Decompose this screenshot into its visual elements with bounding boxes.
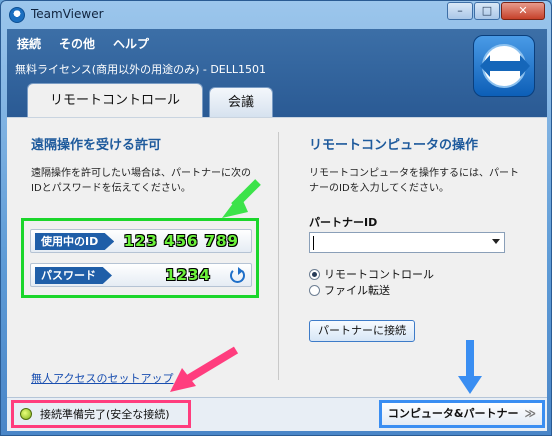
close-button[interactable]: ✕ <box>501 2 545 20</box>
main-content: 遠隔操作を受ける許可 遠隔操作を許可したい場合は、パートナーに次のIDとパスワー… <box>7 117 547 397</box>
password-row: パスワード 1234 <box>30 263 252 287</box>
double-chevron-icon: ≫ <box>524 407 536 420</box>
text-caret <box>313 236 314 250</box>
option-file-transfer-label: ファイル転送 <box>324 284 390 297</box>
status-indicator-icon <box>20 408 32 420</box>
license-text: 無料ライセンス(商用以外の用途のみ) - DELL1501 <box>15 63 266 76</box>
connection-status: 接続準備完了(安全な接続) <box>11 400 191 428</box>
window-title: TeamViewer <box>31 7 104 21</box>
refresh-icon[interactable] <box>230 267 245 283</box>
menu-connection[interactable]: 接続 <box>17 35 41 52</box>
header: 接続 その他 ヘルプ 無料ライセンス(商用以外の用途のみ) - DELL1501… <box>7 29 547 117</box>
chevron-down-icon[interactable] <box>492 239 500 248</box>
connect-to-partner-button[interactable]: パートナーに接続 <box>309 320 415 342</box>
computers-partners-button[interactable]: コンピュータ&パートナー ≫ <box>378 400 545 428</box>
partner-id-label: パートナーID <box>309 216 378 229</box>
option-file-transfer[interactable]: ファイル転送 <box>309 282 390 298</box>
tab-meeting[interactable]: 会議 <box>209 87 274 117</box>
tab-remote-control[interactable]: リモートコントロール <box>27 83 204 117</box>
password-value: 1234 <box>165 266 211 284</box>
menu-bar: 接続 その他 ヘルプ <box>17 35 149 52</box>
window-controls: – □ ✕ <box>446 2 545 20</box>
teamviewer-brand-icon <box>473 35 535 97</box>
minimize-button[interactable]: – <box>447 2 473 20</box>
password-label: パスワード <box>35 267 112 284</box>
status-bar: 接続準備完了(安全な接続) コンピュータ&パートナー ≫ <box>7 397 547 431</box>
teamviewer-logo-icon <box>9 7 25 23</box>
credentials-highlight-box: 使用中のID 123 456 789 パスワード 1234 <box>21 218 259 298</box>
allow-remote-title: 遠隔操作を受ける許可 <box>31 138 162 153</box>
status-text: 接続準備完了(安全な接続) <box>40 408 170 421</box>
id-label: 使用中のID <box>35 233 115 250</box>
radio-remote-control[interactable] <box>309 268 320 280</box>
partner-id-input[interactable] <box>309 232 505 253</box>
id-row: 使用中のID 123 456 789 <box>30 229 252 253</box>
tab-bar: リモートコントロール 会議 <box>27 83 279 117</box>
allow-remote-panel: 遠隔操作を受ける許可 遠隔操作を許可したい場合は、パートナーに次のIDとパスワー… <box>7 118 279 397</box>
computers-partners-label: コンピュータ&パートナー <box>387 407 519 420</box>
unattended-access-link[interactable]: 無人アクセスのセットアップ <box>31 370 173 386</box>
control-remote-panel: リモートコンピュータの操作 リモートコンピュータを操作するには、パートナーのID… <box>287 118 547 397</box>
menu-extras[interactable]: その他 <box>59 35 95 52</box>
allow-remote-description: 遠隔操作を許可したい場合は、パートナーに次のIDとパスワードを伝えてください。 <box>31 168 251 194</box>
title-bar[interactable]: TeamViewer – □ ✕ <box>1 1 551 29</box>
option-remote-control[interactable]: リモートコントロール <box>309 266 434 282</box>
id-value: 123 456 789 <box>123 232 239 250</box>
control-remote-title: リモートコンピュータの操作 <box>309 138 479 153</box>
teamviewer-window: TeamViewer – □ ✕ 接続 その他 ヘルプ 無料ライセンス(商用以外… <box>0 0 552 436</box>
control-remote-description: リモートコンピュータを操作するには、パートナーのIDを入力してください。 <box>309 168 519 194</box>
panel-divider <box>278 132 279 380</box>
option-remote-control-label: リモートコントロール <box>324 268 434 281</box>
maximize-button[interactable]: □ <box>474 2 500 20</box>
radio-file-transfer[interactable] <box>309 284 320 296</box>
menu-help[interactable]: ヘルプ <box>113 35 149 52</box>
